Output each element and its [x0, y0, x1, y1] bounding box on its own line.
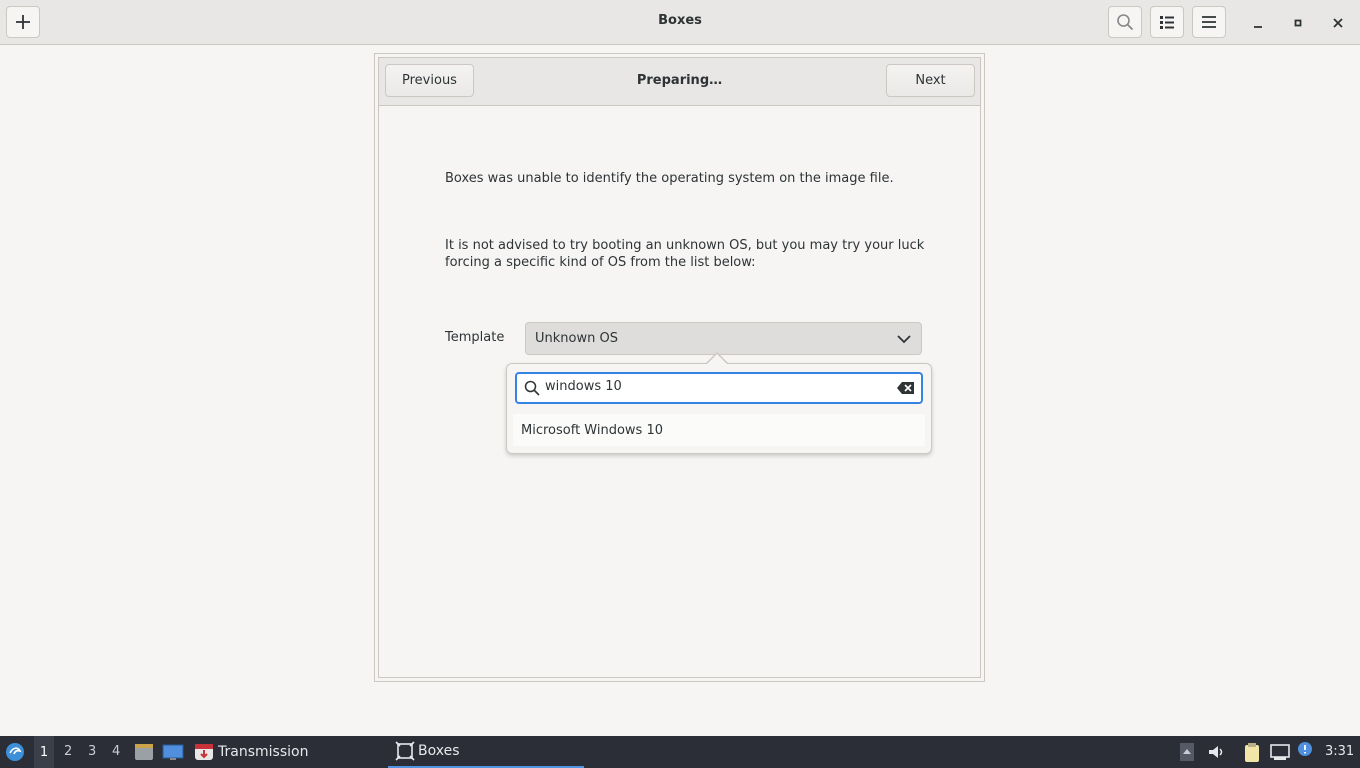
assistant-navigation-bar: Previous Preparing… Next: [379, 58, 980, 106]
popover-arrow-fill: [706, 354, 728, 365]
clear-text-icon[interactable]: [897, 381, 915, 395]
chevron-down-icon: [897, 335, 911, 344]
close-icon: [1333, 18, 1343, 28]
workspace-1[interactable]: 1: [34, 736, 54, 768]
workspace-3[interactable]: 3: [88, 744, 96, 759]
tray-expand-button[interactable]: [1180, 743, 1194, 765]
workspace-2[interactable]: 2: [64, 744, 72, 759]
maximize-icon: [1294, 19, 1302, 27]
search-button[interactable]: [1108, 6, 1142, 38]
maximize-button[interactable]: [1287, 12, 1309, 34]
view-toggle-button[interactable]: [1150, 6, 1184, 38]
task-boxes-label: Boxes: [418, 743, 460, 759]
clock[interactable]: 3:31: [1325, 744, 1354, 759]
unidentified-os-message: Boxes was unable to identify the operati…: [445, 171, 894, 186]
network-button[interactable]: [1270, 743, 1290, 765]
network-icon: [1270, 744, 1290, 760]
notification-icon: [1298, 742, 1312, 756]
boxes-icon: [395, 741, 415, 761]
template-selected-value: Unknown OS: [535, 331, 618, 346]
task-transmission-label: Transmission: [218, 744, 309, 760]
minimize-button[interactable]: [1247, 12, 1269, 34]
workspace-4[interactable]: 4: [112, 744, 120, 759]
task-transmission[interactable]: Transmission: [194, 736, 374, 768]
transmission-icon: [195, 744, 213, 760]
start-menu-button[interactable]: [5, 742, 25, 766]
clipboard-icon: [1245, 743, 1259, 762]
hamburger-menu-icon: [1202, 16, 1216, 28]
template-dropdown[interactable]: Unknown OS: [525, 322, 922, 355]
unknown-os-warning: It is not advised to try booting an unkn…: [445, 238, 925, 270]
task-boxes[interactable]: Boxes: [388, 736, 584, 768]
search-icon: [1117, 14, 1134, 31]
next-button[interactable]: Next: [886, 64, 975, 97]
header-bar: Boxes: [0, 0, 1360, 45]
close-button[interactable]: [1327, 12, 1349, 34]
search-icon: [524, 380, 540, 396]
os-search-popover: Microsoft Windows 10: [506, 363, 932, 454]
main-menu-button[interactable]: [1192, 6, 1226, 38]
file-manager-icon: [135, 744, 153, 760]
template-label: Template: [445, 330, 505, 345]
volume-icon: [1209, 746, 1223, 758]
file-manager-launcher[interactable]: [134, 743, 154, 765]
monitor-icon: [162, 744, 184, 760]
taskbar: 1 2 3 4 Transmission Boxes 3:31: [0, 736, 1360, 768]
notification-button[interactable]: [1297, 741, 1313, 761]
list-view-icon: [1160, 16, 1174, 29]
os-result-item[interactable]: Microsoft Windows 10: [513, 414, 925, 446]
distro-logo-icon: [6, 743, 24, 761]
tray-arrow-icon: [1180, 743, 1194, 761]
os-search-entry[interactable]: [515, 372, 923, 404]
minimize-icon: [1254, 26, 1262, 28]
desktop-launcher[interactable]: [162, 743, 184, 765]
volume-button[interactable]: [1207, 743, 1225, 765]
clipboard-button[interactable]: [1243, 743, 1261, 767]
os-search-input[interactable]: [545, 379, 885, 394]
